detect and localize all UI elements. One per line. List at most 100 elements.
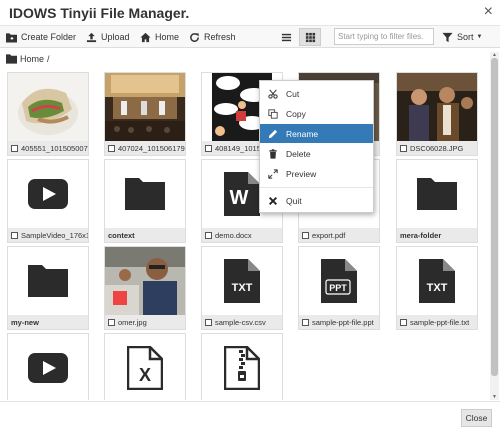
upload-icon (86, 32, 97, 42)
file-tile[interactable]: SampleVideo_176x1 (7, 159, 89, 243)
scrollbar[interactable]: ▲ ▼ (490, 52, 499, 400)
file-grid: 405551_101505007 407024_101506179 408149… (0, 66, 488, 400)
folder-plus-icon (6, 32, 17, 43)
file-tile[interactable] (201, 333, 283, 400)
svg-text:W: W (230, 187, 249, 209)
file-name: 407024_101506179 (105, 141, 185, 155)
file-checkbox[interactable] (11, 231, 18, 239)
file-tile[interactable]: omer.jpg (104, 246, 186, 330)
menu-item-cut[interactable]: Cut (260, 84, 373, 103)
menu-item-rename[interactable]: Rename (260, 124, 373, 143)
image-thumbnail (105, 73, 185, 141)
grid-icon (305, 32, 315, 42)
scroll-down-icon[interactable]: ▼ (490, 394, 499, 400)
title-bar: IDOWS Tinyii File Manager. × (0, 0, 500, 26)
file-checkbox[interactable] (11, 144, 18, 152)
menu-item-label: Cut (286, 88, 300, 99)
folder-icon (6, 54, 17, 64)
menu-item-quit[interactable]: Quit (260, 191, 373, 210)
file-checkbox[interactable] (302, 318, 309, 326)
menu-item-label: Delete (286, 148, 311, 159)
folder-icon (397, 160, 477, 228)
file-checkbox[interactable] (302, 231, 309, 239)
dialog-footer: Close (0, 401, 500, 432)
folder-tile[interactable]: mera-folder (396, 159, 478, 243)
file-tile[interactable]: PPT sample-ppt-file.ppt (298, 246, 380, 330)
close-button[interactable]: Close (461, 409, 492, 427)
file-tile[interactable]: X (104, 333, 186, 400)
list-icon (281, 33, 291, 41)
pencil-icon (268, 129, 278, 138)
refresh-label: Refresh (204, 32, 236, 42)
folder-tile[interactable]: context (104, 159, 186, 243)
txt-icon: TXT (397, 247, 477, 315)
scissors-icon (268, 89, 278, 99)
breadcrumb-home[interactable]: Home (20, 54, 44, 64)
image-thumbnail (105, 247, 185, 315)
breadcrumb: Home / (6, 54, 50, 64)
folder-icon (105, 160, 185, 228)
file-checkbox[interactable] (400, 318, 407, 326)
menu-item-copy[interactable]: Copy (260, 104, 373, 123)
context-menu: Cut Copy Rename Delete Preview Quit (259, 80, 374, 213)
trash-icon (269, 148, 277, 159)
folder-name: context (105, 228, 185, 242)
file-name: omer.jpg (105, 315, 185, 329)
svg-text:PPT: PPT (329, 283, 347, 293)
menu-item-delete[interactable]: Delete (260, 144, 373, 163)
file-tile[interactable]: TXT sample-ppt-file.txt (396, 246, 478, 330)
filter-input[interactable] (334, 28, 434, 45)
file-name: SampleVideo_176x1 (8, 228, 88, 242)
grid-view-button[interactable] (299, 28, 321, 46)
file-checkbox[interactable] (205, 231, 212, 239)
menu-item-label: Quit (286, 195, 302, 206)
toolbar: Create Folder Upload Home Refresh Sort ▼ (0, 26, 500, 48)
file-checkbox[interactable] (108, 144, 115, 152)
refresh-icon (190, 32, 199, 42)
sort-label: Sort (457, 32, 474, 42)
file-tile[interactable]: 405551_101505007 (7, 72, 89, 156)
window-title: IDOWS Tinyii File Manager. (9, 5, 190, 21)
folder-tile[interactable]: my-new (7, 246, 89, 330)
file-tile[interactable]: DSC06028.JPG (396, 72, 478, 156)
sort-button[interactable]: Sort ▼ (442, 29, 482, 45)
file-checkbox[interactable] (205, 318, 212, 326)
menu-item-label: Copy (286, 108, 306, 119)
svg-text:TXT: TXT (427, 282, 448, 294)
home-button[interactable]: Home (140, 29, 179, 45)
expand-icon (268, 168, 278, 179)
txt-icon: TXT (202, 247, 282, 315)
video-icon (8, 160, 88, 228)
image-thumbnail (397, 73, 477, 141)
file-name: 405551_101505007 (8, 141, 88, 155)
svg-text:X: X (139, 365, 151, 385)
create-folder-label: Create Folder (21, 32, 77, 42)
file-tile[interactable]: TXT sample-csv.csv (201, 246, 283, 330)
file-checkbox[interactable] (205, 144, 212, 152)
file-name: sample-ppt-file.ppt (299, 315, 379, 329)
ppt-icon: PPT (299, 247, 379, 315)
file-name: demo.docx (202, 228, 282, 242)
folder-name: mera-folder (397, 228, 477, 242)
upload-button[interactable]: Upload (86, 29, 130, 45)
close-icon[interactable]: × (484, 3, 493, 21)
menu-divider (260, 187, 373, 188)
menu-item-preview[interactable]: Preview (260, 164, 373, 183)
file-checkbox[interactable] (400, 144, 407, 152)
list-view-button[interactable] (275, 28, 297, 46)
file-tile[interactable] (7, 333, 89, 400)
file-tile[interactable]: 407024_101506179 (104, 72, 186, 156)
menu-item-label: Preview (286, 168, 317, 179)
breadcrumb-separator: / (47, 54, 50, 64)
menu-item-label: Rename (286, 128, 319, 139)
create-folder-button[interactable]: Create Folder (6, 29, 76, 45)
scroll-thumb[interactable] (491, 58, 498, 376)
folder-name: my-new (8, 315, 88, 329)
file-name: sample-ppt-file.txt (397, 315, 477, 329)
file-checkbox[interactable] (108, 318, 115, 326)
image-thumbnail (8, 73, 88, 141)
x-icon (269, 196, 277, 205)
file-name: export.pdf (299, 228, 379, 242)
folder-icon (8, 247, 88, 315)
refresh-button[interactable]: Refresh (189, 29, 236, 45)
